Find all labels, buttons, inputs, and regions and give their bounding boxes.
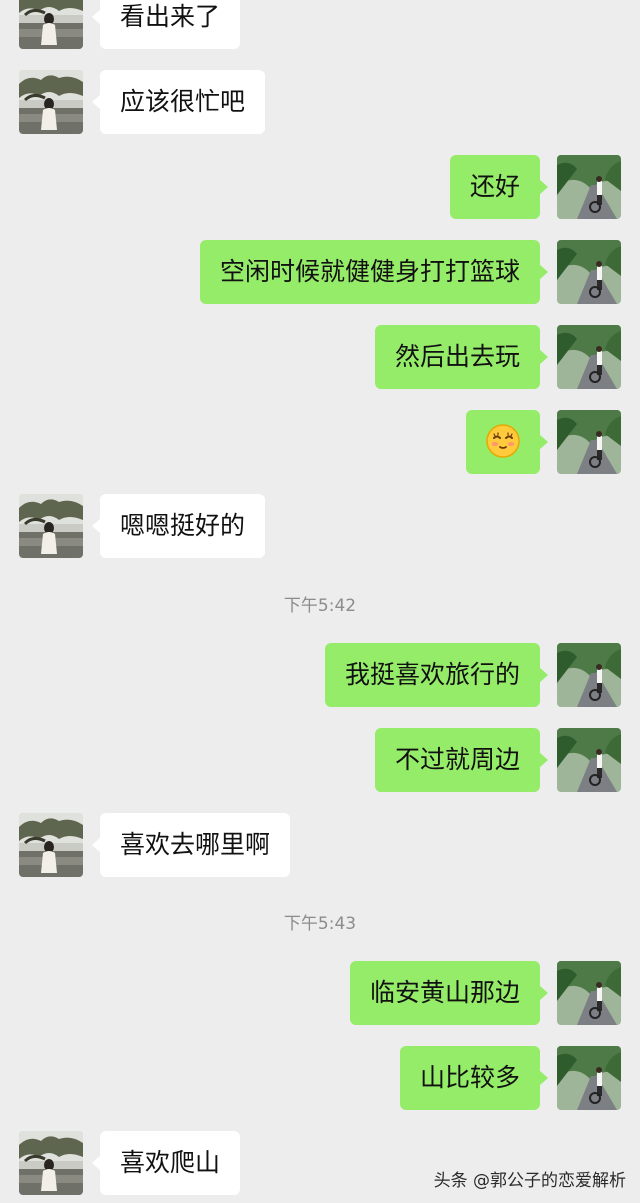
contact-avatar[interactable] <box>19 70 83 134</box>
contact-avatar[interactable] <box>19 813 83 877</box>
message-bubble[interactable]: 我挺喜欢旅行的 <box>324 643 549 707</box>
message-bubble[interactable]: 然后出去玩 <box>374 325 549 389</box>
message-timestamp: 下午5:43 <box>283 914 357 934</box>
self-avatar[interactable] <box>557 961 621 1025</box>
watermark: 头条 @郭公子的恋爱解析 <box>433 1171 626 1191</box>
message-bubble[interactable]: 空闲时候就健健身打打篮球 <box>199 240 549 304</box>
message-bubble[interactable]: 应该很忙吧 <box>91 70 266 134</box>
self-avatar[interactable] <box>557 325 621 389</box>
self-avatar[interactable] <box>557 728 621 792</box>
smiling-face-emoji-icon <box>486 424 520 458</box>
self-avatar[interactable] <box>557 240 621 304</box>
message-bubble[interactable]: 临安黄山那边 <box>349 961 549 1025</box>
message-bubble[interactable]: 嗯嗯挺好的 <box>91 494 266 558</box>
message-bubble[interactable]: 还好 <box>449 155 549 219</box>
message-bubble[interactable]: 山比较多 <box>399 1046 549 1110</box>
message-bubble[interactable] <box>466 410 548 474</box>
message-timestamp: 下午5:42 <box>283 596 357 616</box>
self-avatar[interactable] <box>557 1046 621 1110</box>
contact-avatar[interactable] <box>19 1131 83 1195</box>
self-avatar[interactable] <box>557 410 621 474</box>
contact-avatar[interactable] <box>19 0 83 49</box>
self-avatar[interactable] <box>557 155 621 219</box>
message-bubble[interactable]: 喜欢去哪里啊 <box>91 813 291 877</box>
contact-avatar[interactable] <box>19 494 83 558</box>
message-bubble[interactable]: 喜欢爬山 <box>91 1131 241 1195</box>
message-bubble[interactable]: 看出来了 <box>91 0 241 49</box>
self-avatar[interactable] <box>557 643 621 707</box>
message-bubble[interactable]: 不过就周边 <box>374 728 549 792</box>
